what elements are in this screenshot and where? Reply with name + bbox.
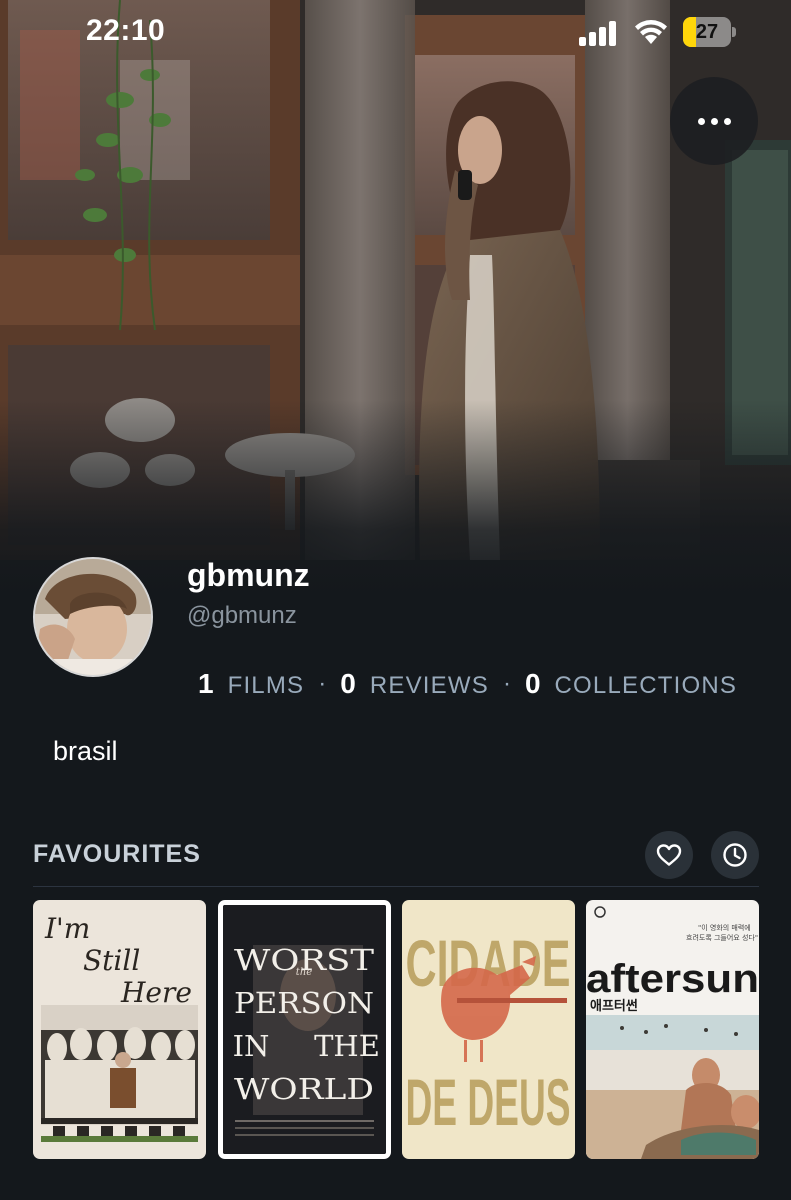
stat-reviews[interactable]: 0 REVIEWS bbox=[340, 668, 489, 700]
poster-tagline: 흐려도록 그들어요 성다" bbox=[686, 933, 758, 942]
stat-reviews-count: 0 bbox=[340, 668, 356, 699]
profile-bio: brasil bbox=[53, 736, 118, 766]
poster-title-line: Here bbox=[120, 976, 192, 1009]
stat-films[interactable]: 1 FILMS bbox=[198, 668, 304, 700]
poster-title-line: I'm bbox=[44, 912, 90, 945]
wifi-icon bbox=[635, 20, 667, 44]
favourites-recent-button[interactable] bbox=[711, 831, 759, 879]
profile-backdrop bbox=[0, 0, 791, 600]
battery-icon: 27 bbox=[683, 17, 736, 47]
poster-title-line: IN bbox=[233, 1029, 270, 1063]
status-bar: 22:10 27 bbox=[0, 0, 791, 66]
avatar[interactable] bbox=[33, 557, 153, 677]
stat-separator: · bbox=[318, 670, 327, 697]
poster-art: the WORST PERSON IN THE WORLD bbox=[223, 905, 386, 1154]
clock-icon bbox=[723, 843, 747, 867]
favourite-poster-aftersun[interactable]: "이 영화의 매력에 흐려도록 그들어요 성다" aftersun 애프터썬 bbox=[586, 900, 759, 1159]
poster-title-line: Still bbox=[83, 944, 140, 977]
favourite-poster-cidade-de-deus[interactable]: CIDADE DE DEUS bbox=[402, 900, 575, 1159]
signal-icon bbox=[579, 20, 619, 46]
poster-title-line: aftersun bbox=[586, 957, 759, 1001]
ellipsis-icon bbox=[697, 117, 731, 125]
stat-collections[interactable]: 0 COLLECTIONS bbox=[525, 668, 737, 700]
heart-icon bbox=[656, 844, 682, 866]
avatar-image bbox=[35, 559, 151, 675]
stat-films-label: FILMS bbox=[227, 672, 305, 699]
poster-art: I'm Still Here bbox=[33, 900, 206, 1159]
stat-reviews-label: REVIEWS bbox=[369, 672, 489, 699]
poster-title-line: THE bbox=[314, 1029, 380, 1063]
favourites-likes-button[interactable] bbox=[645, 831, 693, 879]
display-name: gbmunz bbox=[187, 557, 310, 593]
poster-tagline: "이 영화의 매력에 bbox=[698, 923, 751, 932]
poster-subtitle: 애프터썬 bbox=[590, 998, 638, 1014]
poster-art: CIDADE DE DEUS bbox=[402, 900, 575, 1159]
poster-title-line: PERSON bbox=[234, 986, 374, 1020]
poster-art: "이 영화의 매력에 흐려도록 그들어요 성다" aftersun 애프터썬 bbox=[586, 900, 759, 1159]
favourites-divider bbox=[33, 886, 759, 887]
stat-separator: · bbox=[502, 670, 511, 697]
stat-collections-label: COLLECTIONS bbox=[554, 672, 738, 699]
favourite-poster-worst-person[interactable]: the WORST PERSON IN THE WORLD bbox=[218, 900, 391, 1159]
profile-stats: 1 FILMS · 0 REVIEWS · 0 COLLECTIONS bbox=[198, 664, 737, 704]
stat-films-count: 1 bbox=[198, 668, 214, 699]
favourites-title: FAVOURITES bbox=[33, 840, 201, 868]
favourite-poster-im-still-here[interactable]: I'm Still Here bbox=[33, 900, 206, 1159]
poster-title-line: WORLD bbox=[234, 1072, 374, 1106]
stat-collections-count: 0 bbox=[524, 668, 541, 699]
poster-title-line: WORST bbox=[234, 943, 375, 977]
poster-title-line: DE DEUS bbox=[406, 1065, 571, 1139]
more-options-button[interactable] bbox=[670, 77, 758, 165]
battery-percentage: 27 bbox=[695, 21, 719, 43]
status-time: 22:10 bbox=[86, 14, 166, 47]
username-handle: @gbmunz bbox=[187, 602, 297, 629]
